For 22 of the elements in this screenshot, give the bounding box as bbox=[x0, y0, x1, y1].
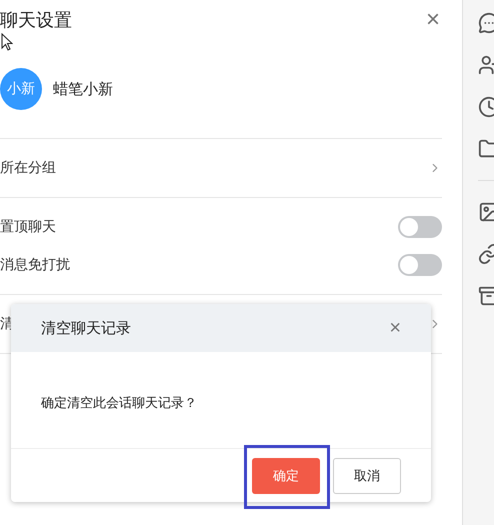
toggle-switch[interactable] bbox=[398, 254, 442, 276]
close-button[interactable]: × bbox=[389, 318, 401, 338]
dialog-message: 确定清空此会话聊天记录？ bbox=[41, 395, 197, 412]
cancel-button[interactable]: 取消 bbox=[333, 458, 401, 494]
setting-label: 消息免打扰 bbox=[0, 256, 70, 274]
clock-icon[interactable] bbox=[478, 96, 494, 118]
avatar: 小新 bbox=[0, 68, 42, 110]
image-icon[interactable] bbox=[478, 201, 494, 223]
contact-name: 蜡笔小新 bbox=[53, 80, 113, 98]
pointer-icon bbox=[1, 33, 13, 51]
setting-label: 置顶聊天 bbox=[0, 218, 56, 236]
dialog-title: 清空聊天记录 bbox=[41, 318, 131, 338]
toggle-switch[interactable] bbox=[398, 216, 442, 238]
add-user-icon[interactable] bbox=[478, 54, 494, 76]
setting-label: 所在分组 bbox=[0, 159, 56, 177]
chat-bubble-icon[interactable] bbox=[478, 12, 494, 34]
link-icon[interactable] bbox=[478, 243, 494, 265]
confirm-button[interactable]: 确定 bbox=[252, 458, 320, 494]
close-button[interactable]: × bbox=[426, 8, 440, 32]
archive-icon[interactable] bbox=[478, 285, 494, 307]
panel-title: 聊天设置 bbox=[0, 9, 72, 32]
folder-icon[interactable] bbox=[478, 138, 494, 160]
